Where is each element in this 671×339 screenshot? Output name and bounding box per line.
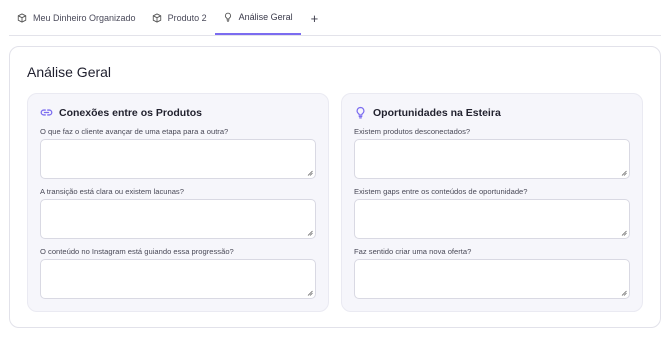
resize-handle-icon[interactable] xyxy=(307,230,313,236)
link-icon xyxy=(40,109,53,116)
lightbulb-icon xyxy=(356,106,365,119)
tab-bar: Meu Dinheiro Organizado Produto 2 Anális… xyxy=(9,0,661,36)
resize-handle-icon[interactable] xyxy=(621,170,627,176)
question-label: Faz sentido criar uma nova oferta? xyxy=(354,247,472,256)
add-tab-button[interactable]: + xyxy=(301,1,329,35)
panel-title: Conexões entre os Produtos xyxy=(59,106,202,119)
panel-header: Oportunidades na Esteira xyxy=(354,106,501,119)
lightbulb-icon xyxy=(224,12,231,22)
panel-title: Oportunidades na Esteira xyxy=(373,106,501,119)
box-icon xyxy=(17,13,27,23)
tab-label: Análise Geral xyxy=(238,12,293,22)
resize-handle-icon[interactable] xyxy=(307,290,313,296)
answer-textarea[interactable] xyxy=(40,259,316,299)
box-icon xyxy=(152,13,161,23)
tab-analise-geral[interactable]: Análise Geral xyxy=(214,1,301,35)
answer-textarea[interactable] xyxy=(40,139,316,179)
tab-meu-dinheiro-organizado[interactable]: Meu Dinheiro Organizado xyxy=(9,1,144,35)
panel-header: Conexões entre os Produtos xyxy=(40,106,202,119)
question-label: O que faz o cliente avançar de uma etapa… xyxy=(40,127,229,136)
answer-textarea[interactable] xyxy=(354,139,630,179)
question-label: O conteúdo no Instagram está guiando ess… xyxy=(40,247,234,256)
resize-handle-icon[interactable] xyxy=(621,290,627,296)
question-label: Existem produtos desconectados? xyxy=(354,127,471,136)
tab-label: Produto 2 xyxy=(167,13,207,23)
opportunities-panel: Oportunidades na Esteira Existem produto… xyxy=(341,93,643,312)
tab-produto-2[interactable]: Produto 2 xyxy=(144,1,215,35)
resize-handle-icon[interactable] xyxy=(307,170,313,176)
question-label: A transição está clara ou existem lacuna… xyxy=(40,187,184,196)
question-label: Existem gaps entre os conteúdos de oport… xyxy=(354,187,528,196)
answer-textarea[interactable] xyxy=(40,199,316,239)
connections-panel: Conexões entre os Produtos O que faz o c… xyxy=(27,93,329,312)
resize-handle-icon[interactable] xyxy=(621,230,627,236)
answer-textarea[interactable] xyxy=(354,259,630,299)
answer-textarea[interactable] xyxy=(354,199,630,239)
analysis-card: Análise Geral Conexões entre os Produtos… xyxy=(9,46,661,328)
page-title: Análise Geral xyxy=(27,64,112,80)
tab-label: Meu Dinheiro Organizado xyxy=(33,13,136,23)
